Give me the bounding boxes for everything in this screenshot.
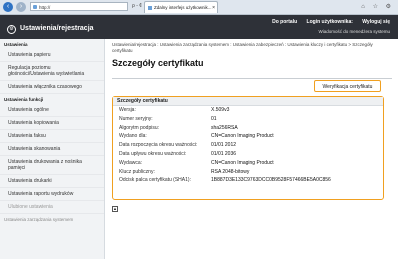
verify-certificate-button[interactable]: Weryfikacja certyfikatu	[314, 80, 381, 92]
sidebar-item-favorites[interactable]: Ulubione ustawienia	[0, 201, 104, 214]
cert-row: Klucz publiczny: RSA 2048-bitowy	[113, 168, 383, 177]
browser-icons[interactable]: ⌂ ☆ ⚙	[361, 3, 394, 10]
sidebar-item-copy[interactable]: Ustawienia kopiowania	[0, 117, 104, 130]
cert-row: Wydano dla: CN=Canon Imaging Product	[113, 132, 383, 141]
app-title: Ustawienia/rejestracja	[20, 25, 94, 32]
breadcrumb: Ustawienia/rejestracja : Ustawienia zarz…	[112, 42, 373, 53]
cert-key: Wersja:	[119, 107, 136, 113]
forward-icon[interactable]: ›	[16, 2, 26, 12]
certificate-details-heading: Szczegóły certyfikatu	[113, 97, 383, 106]
sidebar-item-system-management[interactable]: Ustawienia zarządzania systemem	[0, 214, 104, 224]
sidebar-item-general[interactable]: Ustawienia ogólne	[0, 104, 104, 117]
sidebar-item-paper[interactable]: Ustawienia papieru	[0, 49, 104, 62]
cert-row: Data upływu okresu ważności: 01/01 2036	[113, 150, 383, 159]
header-links: Do portalu Login użytkownika: Wyloguj si…	[264, 19, 390, 25]
cert-key: Data upływu okresu ważności:	[119, 150, 187, 157]
cert-key: Numer seryjny:	[119, 115, 153, 122]
cert-value: CN=Canon Imaging Product	[211, 133, 274, 140]
cert-value: X.509v3	[211, 107, 230, 113]
sidebar-item-memory-print[interactable]: Ustawienia drukowania z nośnika pamięci	[0, 156, 104, 175]
cert-row: Numer seryjny: 01	[113, 115, 383, 124]
cert-key: Wydawca:	[119, 159, 143, 166]
page-title: Szczegóły certyfikatu	[112, 58, 204, 68]
sidebar-item-fax[interactable]: Ustawienia faksu	[0, 130, 104, 143]
cert-row: Algorytm podpisu: sha256RSA	[113, 124, 383, 133]
sidebar-section-title: Ustawienia funkcji	[4, 97, 44, 102]
page-icon	[33, 5, 37, 9]
address-text: http://	[39, 5, 51, 10]
cert-row: Data rozpoczęcia okresu ważności: 01/01 2…	[113, 141, 383, 150]
browser-tab[interactable]: Zdalny interfejs użytkownik... ×	[144, 1, 218, 13]
cert-key: Algorytm podpisu:	[119, 124, 160, 131]
address-bar[interactable]: http://	[30, 2, 128, 11]
sidebar-item-timer[interactable]: Ustawienia włącznika czasowego	[0, 81, 104, 94]
certificate-details-panel: Szczegóły certyfikatu Wersja: X.509v3 Num…	[112, 96, 384, 200]
admin-message-link[interactable]: Wiadomość do menedżera systemu	[318, 29, 390, 34]
cert-value: RSA 2048-bitowy	[211, 168, 250, 175]
cert-key: Klucz publiczny:	[119, 168, 155, 175]
sidebar-item-volume-display[interactable]: Regulacja poziomu głośności/Ustawienia w…	[0, 62, 104, 81]
main-content: Ustawienia/rejestracja : Ustawienia zarz…	[112, 42, 394, 92]
scroll-to-top-icon[interactable]: ▲	[112, 206, 118, 212]
sidebar-item-scan[interactable]: Ustawienia skanowania	[0, 143, 104, 156]
cert-row: Odcisk palca certyfikatu (SHA1): 1B887D3E…	[113, 176, 383, 185]
cert-value: sha256RSA	[211, 124, 238, 131]
cert-value: 01/01 2012	[211, 142, 237, 149]
user-login-label: Login użytkownika:	[306, 19, 353, 25]
cert-value: 01	[211, 115, 217, 122]
tab-title: Zdalny interfejs użytkownik...	[154, 5, 212, 10]
tab-icon	[148, 6, 152, 10]
sidebar-item-report[interactable]: Ustawienia raportu wydruków	[0, 188, 104, 201]
app-header: ⚙ Ustawienia/rejestracja Do portalu Logi…	[0, 15, 398, 39]
logout-link[interactable]: Wyloguj się	[362, 19, 390, 25]
portal-link[interactable]: Do portalu	[272, 19, 297, 25]
sidebar-item-printer[interactable]: Ustawienia drukarki	[0, 175, 104, 188]
address-controls[interactable]: ρ - ¢	[132, 2, 142, 11]
cert-key: Wydano dla:	[119, 133, 147, 140]
sidebar-section-title: Ustawienia	[4, 42, 28, 47]
cert-key: Odcisk palca certyfikatu (SHA1):	[119, 177, 191, 184]
sidebar: Ustawienia Ustawienia papieru Regulacja …	[0, 39, 105, 259]
cert-row: Wersja: X.509v3	[113, 106, 383, 115]
tab-close-icon[interactable]: ×	[212, 2, 215, 13]
cert-key: Data rozpoczęcia okresu ważności:	[119, 142, 198, 149]
cert-row: Wydawca: CN=Canon Imaging Product	[113, 159, 383, 168]
settings-icon: ⚙	[7, 25, 16, 34]
cert-value: 1B887D3E133C9763DCC0B9528F57466BE5A0C856	[211, 177, 331, 184]
title-divider	[112, 78, 392, 79]
cert-value: CN=Canon Imaging Product	[211, 159, 274, 166]
browser-toolbar: ‹ › http:// ρ - ¢ Zdalny interfejs użytk…	[0, 0, 398, 15]
cert-value: 01/01 2036	[211, 150, 237, 157]
back-icon[interactable]: ‹	[3, 2, 13, 12]
